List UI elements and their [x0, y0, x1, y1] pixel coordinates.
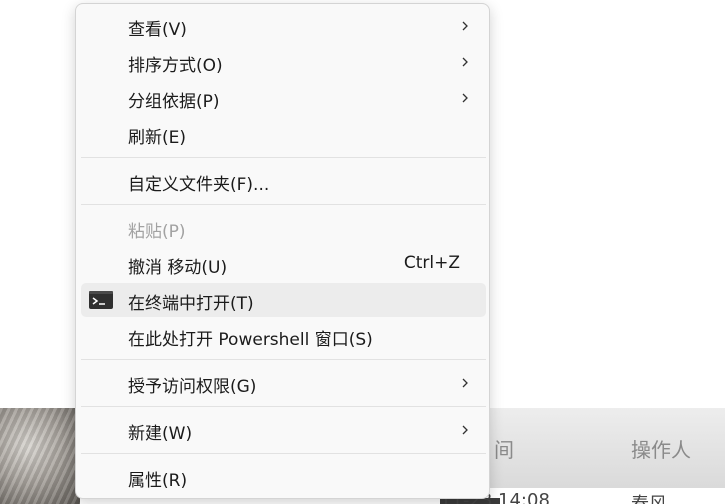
terminal-icon: [89, 291, 113, 309]
menu-item-undo-move[interactable]: 撤消 移动(U) Ctrl+Z: [81, 247, 486, 281]
menu-item-label: 授予访问权限(G): [128, 377, 257, 397]
menu-item-sort-by[interactable]: 排序方式(O): [81, 45, 486, 79]
menu-item-label: 粘贴(P): [128, 222, 186, 242]
menu-item-label: 排序方式(O): [128, 56, 223, 76]
background-photo: [0, 408, 80, 504]
menu-item-label: 撤消 移动(U): [128, 258, 228, 278]
menu-item-label: 分组依据(P): [128, 92, 220, 112]
column-header-operator: 操作人: [631, 438, 691, 462]
menu-item-refresh[interactable]: 刷新(E): [81, 117, 486, 151]
shortcut-text: Ctrl+Z: [403, 253, 460, 273]
menu-separator: [81, 453, 486, 454]
chevron-right-icon: [462, 378, 468, 388]
menu-item-view[interactable]: 查看(V): [81, 9, 486, 43]
column-header-time: 间: [494, 438, 514, 462]
menu-item-label: 刷新(E): [128, 128, 187, 148]
menu-item-customize-folder[interactable]: 自定义文件夹(F)...: [81, 164, 486, 198]
menu-item-open-in-terminal[interactable]: 在终端中打开(T): [81, 283, 486, 317]
menu-item-label: 属性(R): [128, 471, 188, 491]
menu-separator: [81, 359, 486, 360]
desktop-stage: 间 操作人 11-23 14:08 春风 查看(V) 排序方式(O) 分组依据(…: [0, 0, 725, 504]
chevron-right-icon: [462, 93, 468, 103]
menu-separator: [81, 157, 486, 158]
menu-item-label: 在终端中打开(T): [128, 294, 254, 314]
menu-item-open-powershell[interactable]: 在此处打开 Powershell 窗口(S): [81, 319, 486, 353]
menu-item-label: 新建(W): [128, 424, 193, 444]
menu-item-properties[interactable]: 属性(R): [81, 460, 486, 494]
menu-item-label: 自定义文件夹(F)...: [128, 175, 270, 195]
menu-item-label: 在此处打开 Powershell 窗口(S): [128, 330, 373, 350]
menu-item-group-by[interactable]: 分组依据(P): [81, 81, 486, 115]
menu-separator: [81, 204, 486, 205]
context-menu: 查看(V) 排序方式(O) 分组依据(P) 刷新(E) 自定义文件夹(F)...…: [75, 3, 490, 499]
chevron-right-icon: [462, 21, 468, 31]
chevron-right-icon: [462, 57, 468, 67]
chevron-right-icon: [462, 425, 468, 435]
menu-item-label: 查看(V): [128, 20, 187, 40]
menu-separator: [81, 406, 486, 407]
menu-item-give-access[interactable]: 授予访问权限(G): [81, 366, 486, 400]
menu-item-paste[interactable]: 粘贴(P): [81, 211, 486, 245]
menu-item-new[interactable]: 新建(W): [81, 413, 486, 447]
row-operator-cell: 春风: [631, 490, 667, 504]
